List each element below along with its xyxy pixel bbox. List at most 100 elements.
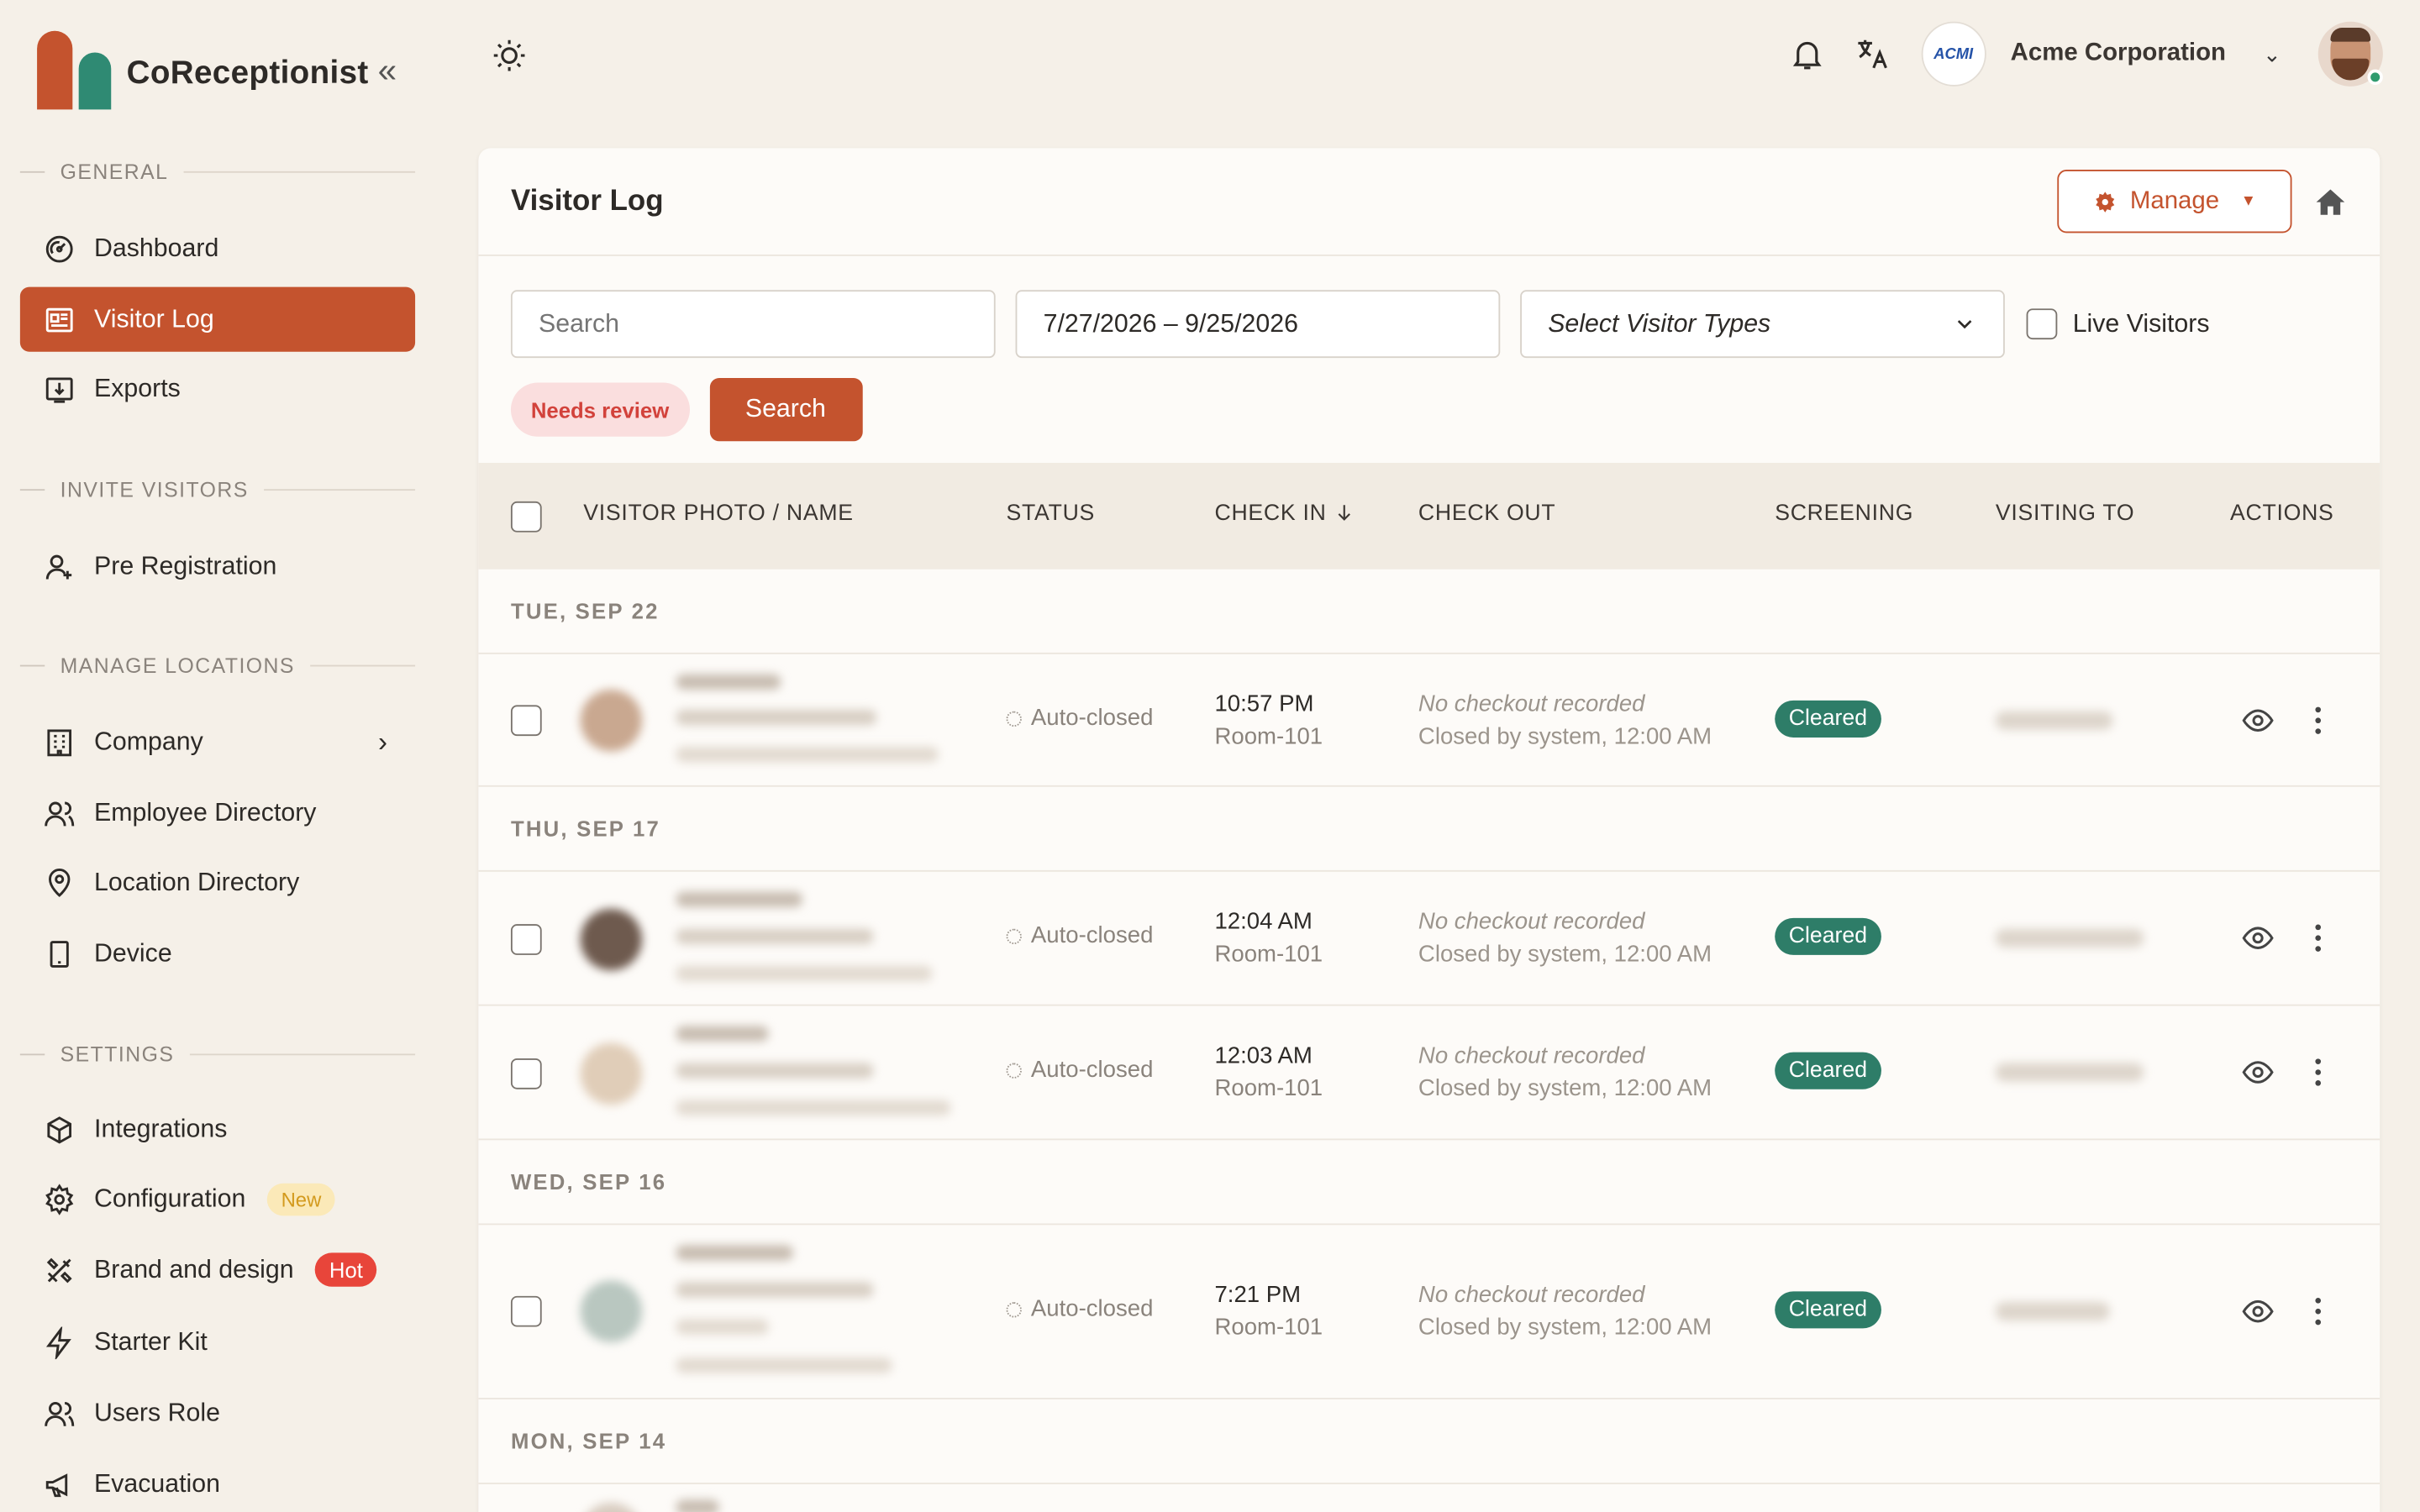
auto-closed-icon [1006, 927, 1022, 944]
live-visitors-toggle[interactable]: Live Visitors [2026, 308, 2210, 340]
sidebar-item-label: Brand and design [94, 1255, 294, 1284]
screening-badge: Cleared [1775, 700, 1881, 738]
date-range-field[interactable]: 7/27/2026 – 9/25/2026 [1015, 290, 1501, 359]
sidebar-item-label: Device [94, 938, 172, 967]
row-checkbox[interactable] [510, 924, 542, 955]
section-general: GENERAL [19, 160, 416, 184]
secondary-filter-row: Needs review Search [510, 377, 862, 442]
visiting-to-redacted [1995, 928, 2144, 948]
auto-closed-icon [1006, 1062, 1022, 1078]
visitor-log-card: Visitor Log Manage ▼ 7/27/2026 – 9/25/20… [478, 148, 2381, 1512]
column-header: SCREENING [1775, 501, 1914, 527]
visitor-name-redacted [676, 891, 803, 907]
theme-toggle-sun-icon[interactable] [491, 37, 528, 74]
bell-icon[interactable] [1788, 35, 1825, 72]
status-text: Auto-closed [1030, 1057, 1154, 1084]
topbar-right: ACMI Acme Corporation ⌄ [1788, 21, 2383, 87]
search-button[interactable]: Search [708, 377, 862, 442]
status-text: Auto-closed [1030, 705, 1154, 732]
avatar[interactable] [2317, 21, 2383, 87]
filter-bar: 7/27/2026 – 9/25/2026 Select Visitor Typ… [510, 290, 2210, 359]
design-tools-icon [42, 1252, 76, 1286]
sidebar-item-device[interactable]: Device [20, 921, 415, 986]
section-invite-visitors: INVITE VISITORS [19, 478, 416, 501]
search-input[interactable] [510, 290, 996, 359]
eye-icon[interactable] [2241, 704, 2275, 738]
live-visitors-checkbox[interactable] [2026, 308, 2058, 340]
manage-button[interactable]: Manage ▼ [2057, 170, 2292, 234]
sidebar-item-pre-registration[interactable]: Pre Registration [20, 533, 415, 598]
translate-icon[interactable] [1853, 35, 1890, 72]
sidebar-item-label: Integrations [94, 1115, 228, 1143]
visiting-to-redacted [1995, 711, 2113, 730]
org-name[interactable]: Acme Corporation [2011, 40, 2226, 68]
home-icon[interactable] [2313, 184, 2347, 218]
card-header: Visitor Log Manage ▼ [478, 148, 2381, 256]
sidebar-item-integrations[interactable]: Integrations [20, 1097, 415, 1162]
collapse-sidebar-icon[interactable]: « [378, 51, 397, 92]
visitor-photo [580, 1280, 643, 1342]
sidebar-item-visitor-log[interactable]: Visitor Log [19, 286, 416, 352]
brand-logo [37, 30, 112, 110]
check-out: No checkout recorded Closed by system, 12… [1418, 688, 1712, 753]
visitor-photo [580, 908, 643, 971]
status: Auto-closed [1006, 1057, 1154, 1084]
sidebar-item-exports[interactable]: Exports [20, 356, 415, 421]
sort-down-icon [1338, 505, 1350, 521]
check-out: No checkout recorded Closed by system, 12… [1418, 1040, 1712, 1105]
checkout-note: No checkout recorded [1418, 908, 1645, 936]
table-row[interactable]: Auto-closed 12:04 AM Room-101 No checkout… [478, 872, 2381, 1006]
sidebar-item-configuration[interactable]: Configuration New [20, 1167, 415, 1231]
row-checkbox[interactable] [510, 705, 542, 737]
checkout-note: No checkout recorded [1418, 1282, 1645, 1309]
sidebar-item-label: Configuration [94, 1184, 246, 1212]
row-checkbox[interactable] [510, 1295, 542, 1327]
table-row[interactable]: Auto-closed 10:57 PM Room-101 No checkout… [478, 654, 2381, 787]
visitor-photo [580, 1042, 643, 1105]
auto-closed-icon [1006, 710, 1022, 727]
table-row[interactable]: Auto-closed 12:03 AM Room-101 No checkout… [478, 1006, 2381, 1141]
checkout-detail: Closed by system, 12:00 AM [1418, 1314, 1712, 1341]
sidebar-item-starter-kit[interactable]: Starter Kit [20, 1310, 415, 1374]
check-in: 12:04 AM Room-101 [1214, 906, 1323, 970]
manage-label: Manage [2129, 187, 2220, 214]
more-vertical-icon[interactable] [2313, 921, 2323, 955]
page-title: Visitor Log [510, 184, 664, 218]
sidebar-item-company[interactable]: Company › [20, 710, 415, 774]
more-vertical-icon[interactable] [2313, 1055, 2323, 1089]
checkout-note: No checkout recorded [1418, 1042, 1645, 1069]
sidebar-item-users-role[interactable]: Users Role [20, 1381, 415, 1446]
sidebar-item-dashboard[interactable]: Dashboard [20, 216, 415, 281]
column-header-check-in[interactable]: CHECK IN [1214, 501, 1355, 526]
status: Auto-closed [1006, 922, 1153, 949]
visitor-meta-redacted [676, 928, 874, 945]
section-label: INVITE VISITORS [60, 478, 249, 501]
sidebar-item-label: Dashboard [94, 234, 219, 262]
sidebar-item-brand-design[interactable]: Brand and design Hot [20, 1237, 415, 1302]
more-vertical-icon[interactable] [2313, 704, 2323, 738]
brand: CoReceptionist « [37, 30, 397, 110]
user-plus-icon [42, 549, 76, 583]
checkout-detail: Closed by system, 12:00 AM [1418, 723, 1712, 750]
row-checkbox[interactable] [510, 1058, 542, 1089]
table-row[interactable]: Auto-closed 7:21 PM Room-101 No checkout … [478, 1225, 2381, 1399]
more-vertical-icon[interactable] [2313, 1294, 2323, 1328]
visitor-meta-redacted [676, 709, 877, 726]
eye-icon[interactable] [2241, 921, 2275, 955]
sidebar-item-label: Employee Directory [94, 798, 317, 827]
chevron-down-icon[interactable]: ⌄ [2263, 41, 2281, 67]
eye-icon[interactable] [2241, 1294, 2275, 1328]
select-all-checkbox[interactable] [510, 501, 542, 533]
sidebar-item-location-directory[interactable]: Location Directory [20, 850, 415, 915]
table-header: VISITOR PHOTO / NAME STATUS CHECK IN CHE… [478, 463, 2381, 570]
sidebar-item-evacuation[interactable]: Evacuation [20, 1452, 415, 1512]
visitor-types-select[interactable]: Select Visitor Types [1520, 290, 2005, 359]
visitor-photo [580, 690, 643, 752]
column-header: ACTIONS [2230, 501, 2334, 527]
sidebar-item-employee-directory[interactable]: Employee Directory [20, 780, 415, 845]
needs-review-chip[interactable]: Needs review [510, 382, 690, 437]
visitor-name-redacted [676, 1026, 769, 1042]
section-manage-locations: MANAGE LOCATIONS [19, 654, 416, 677]
table-row[interactable] [478, 1484, 2380, 1512]
eye-icon[interactable] [2241, 1055, 2275, 1089]
